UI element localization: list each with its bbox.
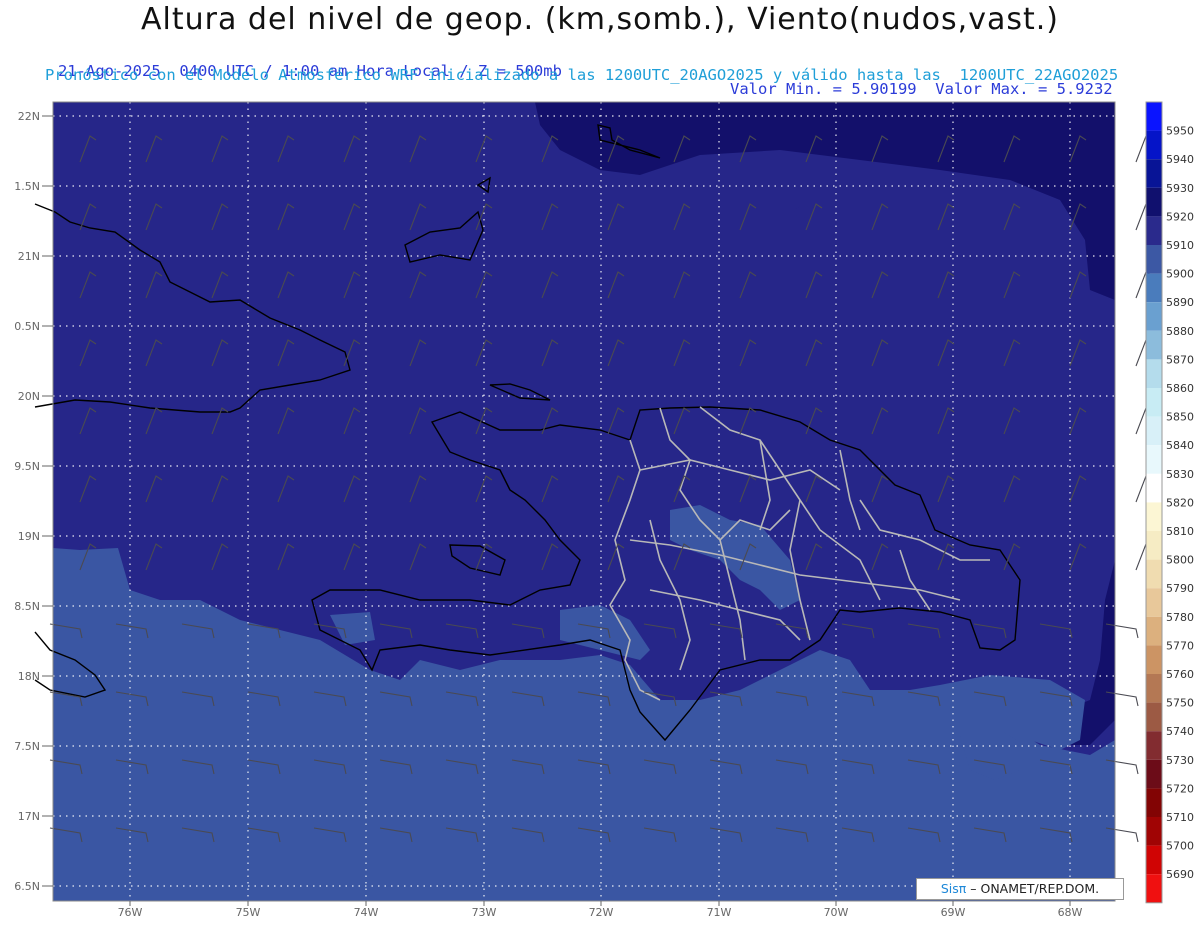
colorbar-label: 5840	[1166, 439, 1194, 452]
colorbar-label: 5810	[1166, 525, 1194, 538]
forecast-map: 22N 1.5N 21N 0.5N 20N 9.5N 19N 8.5N 18N …	[14, 101, 1194, 919]
lat-label: 19N	[18, 530, 40, 543]
colorbar-swatch	[1146, 273, 1162, 303]
lat-label: 0.5N	[14, 320, 40, 333]
longitude-labels: 76W 75W 74W 73W 72W 71W 70W 69W 68W	[118, 906, 1083, 919]
lat-label: 22N	[18, 110, 40, 123]
latitude-labels: 22N 1.5N 21N 0.5N 20N 9.5N 19N 8.5N 18N …	[14, 110, 40, 893]
colorbar-label: 5860	[1166, 382, 1194, 395]
credit-text: – ONAMET/REP.DOM.	[966, 881, 1100, 896]
colorbar-swatch	[1146, 187, 1162, 217]
colorbar-label: 5710	[1166, 811, 1194, 824]
colorbar-label: 5900	[1166, 268, 1194, 281]
colorbar-swatch	[1146, 588, 1162, 617]
colorbar-swatch	[1146, 759, 1162, 789]
colorbar-label: 5700	[1166, 840, 1194, 853]
colorbar-label: 5780	[1166, 611, 1194, 624]
colorbar-label: 5920	[1166, 210, 1194, 223]
lat-label: 9.5N	[14, 460, 40, 473]
lon-label: 70W	[824, 906, 849, 919]
colorbar-label: 5830	[1166, 468, 1194, 481]
colorbar-swatch	[1146, 130, 1162, 160]
colorbar-label: 5790	[1166, 582, 1194, 595]
lat-label: 1.5N	[14, 180, 40, 193]
lon-label: 75W	[236, 906, 261, 919]
colorbar: 5950 5940 5930 5920 5910 5900 5890 5880 5870 5860…	[1145, 101, 1194, 904]
colorbar-swatch	[1146, 388, 1162, 417]
lat-label: 21N	[18, 250, 40, 263]
lat-label: 18N	[18, 670, 40, 683]
lon-label: 72W	[589, 906, 614, 919]
colorbar-swatch	[1146, 473, 1162, 503]
lat-label: 6.5N	[14, 880, 40, 893]
lat-label: 20N	[18, 390, 40, 403]
lat-label: 8.5N	[14, 600, 40, 613]
colorbar-label: 5950	[1166, 125, 1194, 138]
colorbar-swatch	[1146, 559, 1162, 589]
colorbar-swatch	[1146, 645, 1162, 674]
colorbar-swatch	[1146, 702, 1162, 732]
lon-label: 69W	[941, 906, 966, 919]
colorbar-swatch	[1146, 531, 1162, 560]
colorbar-swatch	[1146, 445, 1162, 474]
colorbar-swatch	[1146, 330, 1162, 360]
colorbar-swatch	[1146, 845, 1162, 875]
colorbar-label: 5910	[1166, 239, 1194, 252]
colorbar-swatch	[1146, 302, 1162, 331]
lon-label: 68W	[1058, 906, 1083, 919]
colorbar-swatch	[1146, 874, 1162, 903]
colorbar-swatch	[1146, 616, 1162, 646]
colorbar-label: 5770	[1166, 639, 1194, 652]
lat-label: 7.5N	[14, 740, 40, 753]
colorbar-label: 5870	[1166, 353, 1194, 366]
colorbar-swatch	[1146, 159, 1162, 188]
colorbar-label: 5890	[1166, 296, 1194, 309]
colorbar-label: 5740	[1166, 725, 1194, 738]
colorbar-swatch	[1146, 416, 1162, 446]
colorbar-swatch	[1146, 788, 1162, 817]
credit-box: Sisπ – ONAMET/REP.DOM.	[916, 878, 1124, 900]
colorbar-label: 5730	[1166, 754, 1194, 767]
colorbar-swatch	[1146, 102, 1162, 131]
colorbar-label: 5750	[1166, 697, 1194, 710]
colorbar-label: 5880	[1166, 325, 1194, 338]
lon-label: 71W	[707, 906, 732, 919]
colorbar-swatch	[1146, 674, 1162, 703]
colorbar-swatch	[1146, 359, 1162, 388]
colorbar-label: 5850	[1166, 411, 1194, 424]
colorbar-label: 5760	[1166, 668, 1194, 681]
colorbar-swatch	[1146, 817, 1162, 846]
colorbar-swatch	[1146, 245, 1162, 274]
colorbar-label: 5720	[1166, 782, 1194, 795]
colorbar-swatch	[1146, 731, 1162, 760]
colorbar-label: 5930	[1166, 182, 1194, 195]
colorbar-swatch	[1146, 502, 1162, 531]
colorbar-label: 5940	[1166, 153, 1194, 166]
sispi-logo-text: Sisπ	[940, 881, 967, 896]
lon-label: 73W	[472, 906, 497, 919]
lon-label: 76W	[118, 906, 143, 919]
colorbar-swatch	[1146, 216, 1162, 245]
lat-label: 17N	[18, 810, 40, 823]
lon-label: 74W	[354, 906, 379, 919]
latitude-ticks	[42, 115, 53, 887]
colorbar-label: 5690	[1166, 868, 1194, 881]
colorbar-label: 5820	[1166, 496, 1194, 509]
colorbar-label: 5800	[1166, 554, 1194, 567]
